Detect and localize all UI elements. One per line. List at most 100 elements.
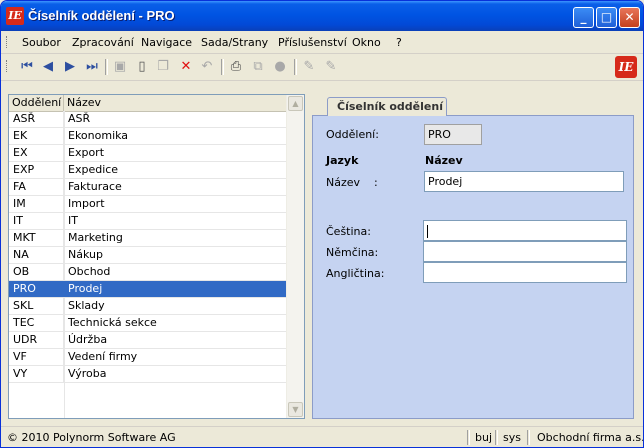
title-bar[interactable]: IE Číselník oddělení - PRO _ □ ✕ <box>1 1 643 31</box>
toolbar: ⏮ ◀ ▶ ⏭ ▣ ▯ ❐ ✕ ↶ ⎙ ⧉ ● ✎ ✎ <box>1 54 643 81</box>
first-record-icon[interactable]: ⏮ <box>18 58 36 76</box>
table-row[interactable]: NA Nákup <box>9 247 288 264</box>
brand-logo-icon: IE <box>615 56 637 78</box>
menu-bar: Soubor Zpracování Navigace Sada/Strany P… <box>1 31 643 54</box>
nazev-field[interactable]: Prodej <box>424 171 624 192</box>
next-record-icon[interactable]: ▶ <box>61 58 79 76</box>
stop-icon[interactable]: ● <box>271 58 289 76</box>
toolbar-grip <box>6 60 10 72</box>
table-row[interactable]: ASŘ ASŘ <box>9 111 288 128</box>
table-row[interactable]: PRO Prodej <box>9 281 288 298</box>
status-copyright: © 2010 Polynorm Software AG <box>7 431 176 444</box>
cell-nazev: Expedice <box>68 163 119 176</box>
list-header: Oddělení Název <box>9 95 288 112</box>
toolbar-separator <box>221 59 224 75</box>
status-bar: © 2010 Polynorm Software AG buj sys Obch… <box>1 426 644 447</box>
cell-nazev: Obchod <box>68 265 111 278</box>
cell-nazev: Vedení firmy <box>68 350 138 363</box>
undo-icon[interactable]: ↶ <box>198 58 216 76</box>
table-row[interactable]: EK Ekonomika <box>9 128 288 145</box>
toolbar-separator <box>294 59 297 75</box>
cell-oddeleni: ASŘ <box>9 111 64 127</box>
nemcina-field[interactable] <box>423 241 627 262</box>
cell-oddeleni: EXP <box>9 162 64 178</box>
new-icon[interactable]: ▯ <box>133 58 151 76</box>
list-scrollbar[interactable]: ▲ ▼ <box>286 95 304 418</box>
menu-grip <box>6 36 10 48</box>
save-icon[interactable]: ▣ <box>111 58 129 76</box>
tree-icon[interactable]: ⧉ <box>249 58 267 76</box>
last-record-icon[interactable]: ⏭ <box>83 58 101 76</box>
scroll-up-button[interactable]: ▲ <box>288 96 303 111</box>
table-row[interactable]: EX Export <box>9 145 288 162</box>
menu-prislusenstvi[interactable]: Příslušenství <box>278 36 347 49</box>
column-header-oddeleni[interactable]: Oddělení <box>9 95 64 111</box>
table-row[interactable]: FA Fakturace <box>9 179 288 196</box>
print-icon[interactable]: ⎙ <box>227 58 245 76</box>
minimize-button[interactable]: _ <box>573 7 594 28</box>
cell-oddeleni: UDR <box>9 332 64 348</box>
delete-icon[interactable]: ✕ <box>177 58 195 76</box>
cell-nazev: Sklady <box>68 299 105 312</box>
cell-oddeleni: FA <box>9 179 64 195</box>
scroll-down-button[interactable]: ▼ <box>288 402 303 417</box>
edit-icon[interactable]: ✎ <box>300 58 318 76</box>
status-divider <box>467 430 470 445</box>
cell-nazev: Údržba <box>68 333 108 346</box>
cell-nazev: Nákup <box>68 248 103 261</box>
cell-oddeleni: SKL <box>9 298 64 314</box>
department-list[interactable]: Oddělení Název ASŘ ASŘ EK Ekonomika EX Export… <box>8 94 305 419</box>
status-db: sys <box>503 431 521 444</box>
cell-oddeleni: IT <box>9 213 64 229</box>
menu-okno[interactable]: Okno <box>352 36 381 49</box>
table-row[interactable]: UDR Údržba <box>9 332 288 349</box>
cell-nazev: Výroba <box>68 367 107 380</box>
status-company: Obchodní firma a.s. <box>537 431 644 444</box>
table-row[interactable]: OB Obchod <box>9 264 288 281</box>
table-row[interactable]: IT IT <box>9 213 288 230</box>
tab-label: Číselník oddělení <box>337 100 443 113</box>
table-row[interactable]: MKT Marketing <box>9 230 288 247</box>
cell-oddeleni: IM <box>9 196 64 212</box>
table-row[interactable]: EXP Expedice <box>9 162 288 179</box>
cestina-field[interactable] <box>423 220 627 241</box>
cell-nazev: ASŘ <box>68 112 91 125</box>
anglictina-field[interactable] <box>423 262 627 283</box>
window-title: Číselník oddělení - PRO <box>28 8 175 23</box>
edit-alt-icon[interactable]: ✎ <box>322 58 340 76</box>
nazev-header: Název <box>425 154 463 167</box>
menu-soubor[interactable]: Soubor <box>22 36 61 49</box>
table-row[interactable]: VF Vedení firmy <box>9 349 288 366</box>
cell-oddeleni: EX <box>9 145 64 161</box>
jazyk-header: Jazyk <box>326 154 359 167</box>
copy-icon[interactable]: ❐ <box>154 58 172 76</box>
text-caret <box>427 224 428 238</box>
cell-oddeleni: EK <box>9 128 64 144</box>
oddeleni-field[interactable]: PRO <box>424 124 482 145</box>
nazev-label: Název <box>326 176 361 189</box>
app-window: IE Číselník oddělení - PRO _ □ ✕ Soubor … <box>0 0 644 448</box>
nemcina-label: Němčina: <box>326 246 379 259</box>
table-row[interactable]: TEC Technická sekce <box>9 315 288 332</box>
toolbar-separator <box>105 59 108 75</box>
menu-help[interactable]: ? <box>396 36 402 49</box>
status-user: buj <box>475 431 493 444</box>
column-header-nazev[interactable]: Název <box>64 95 288 111</box>
cell-nazev: Fakturace <box>68 180 122 193</box>
cell-nazev: Ekonomika <box>68 129 129 142</box>
tab-ciselnik-oddeleni[interactable]: Číselník oddělení <box>327 97 447 116</box>
close-button[interactable]: ✕ <box>619 7 640 28</box>
table-row[interactable]: SKL Sklady <box>9 298 288 315</box>
oddeleni-label: Oddělení: <box>326 128 379 141</box>
previous-record-icon[interactable]: ◀ <box>39 58 57 76</box>
menu-sada-strany[interactable]: Sada/Strany <box>201 36 268 49</box>
cell-oddeleni: NA <box>9 247 64 263</box>
table-row[interactable]: VY Výroba <box>9 366 288 383</box>
menu-navigace[interactable]: Navigace <box>141 36 192 49</box>
cell-nazev: Import <box>68 197 105 210</box>
table-row[interactable]: IM Import <box>9 196 288 213</box>
maximize-button[interactable]: □ <box>596 7 617 28</box>
cell-oddeleni: VY <box>9 366 64 382</box>
cell-nazev: Prodej <box>68 282 103 295</box>
menu-zpracovani[interactable]: Zpracování <box>72 36 134 49</box>
